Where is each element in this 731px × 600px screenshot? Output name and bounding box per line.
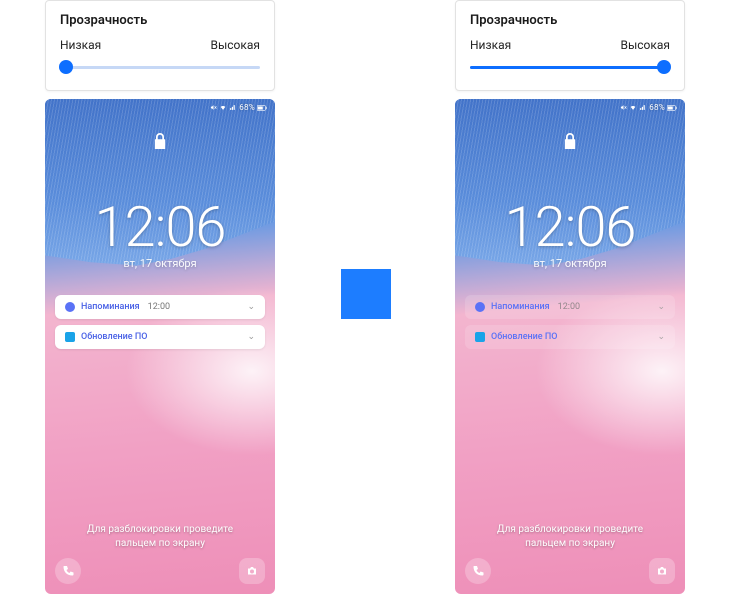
status-bar: 68% [210, 103, 267, 112]
battery-text: 68% [649, 103, 665, 112]
signal-icon [229, 104, 237, 111]
notification-update[interactable]: Обновление ПО ⌄ [55, 325, 265, 349]
camera-icon [656, 565, 668, 577]
phone-icon [62, 565, 74, 577]
notif-app: Обновление ПО [491, 332, 557, 342]
notification-update[interactable]: Обновление ПО ⌄ [465, 325, 675, 349]
variant-low-transparency: Прозрачность Низкая Высокая 68% [45, 0, 275, 594]
unlock-hint: Для разблокировки проведите пальцем по э… [455, 523, 685, 550]
update-icon [65, 332, 75, 342]
notifications: Напоминания 12:00 ⌄ Обновление ПО ⌄ [55, 295, 265, 355]
transparency-slider[interactable] [470, 60, 670, 74]
chevron-down-icon[interactable]: ⌄ [657, 302, 665, 312]
label-high: Высокая [620, 38, 670, 52]
lockscreen-preview: 68% 12:06 вт, 17 октября Напоминания 12:… [45, 99, 275, 594]
lockscreen-preview: 68% 12:06 вт, 17 октября Напоминания 12:… [455, 99, 685, 594]
label-low: Низкая [60, 38, 101, 52]
notifications: Напоминания 12:00 ⌄ Обновление ПО ⌄ [465, 295, 675, 355]
clock-date: вт, 17 октября [455, 257, 685, 270]
camera-shortcut[interactable] [649, 558, 675, 584]
label-low: Низкая [470, 38, 511, 52]
phone-shortcut[interactable] [465, 558, 491, 584]
lock-icon [563, 133, 577, 149]
slider-labels: Низкая Высокая [470, 38, 670, 52]
signal-icon [639, 104, 647, 111]
battery-icon [667, 105, 677, 111]
slider-thumb[interactable] [657, 60, 671, 74]
clock: 12:06 вт, 17 октября [45, 199, 275, 270]
notif-detail: 12:00 [148, 302, 170, 312]
wifi-icon [219, 104, 227, 111]
card-title: Прозрачность [470, 13, 670, 28]
phone-shortcut[interactable] [55, 558, 81, 584]
update-icon [475, 332, 485, 342]
clock-date: вт, 17 октября [45, 257, 275, 270]
bell-icon [65, 302, 75, 312]
chevron-down-icon[interactable]: ⌄ [247, 332, 255, 342]
camera-icon [246, 565, 258, 577]
clock-time: 12:06 [45, 199, 275, 255]
label-high: Высокая [210, 38, 260, 52]
mute-icon [620, 104, 627, 111]
clock: 12:06 вт, 17 октября [455, 199, 685, 270]
bell-icon [475, 302, 485, 312]
lock-icon [153, 133, 167, 149]
wifi-icon [629, 104, 637, 111]
slider-fill [470, 66, 664, 69]
notif-app: Напоминания [491, 302, 550, 312]
battery-text: 68% [239, 103, 255, 112]
notif-detail: 12:00 [558, 302, 580, 312]
phone-icon [472, 565, 484, 577]
clock-time: 12:06 [455, 199, 685, 255]
unlock-hint: Для разблокировки проведите пальцем по э… [45, 523, 275, 550]
arrow-block [341, 269, 391, 319]
transparency-slider[interactable] [60, 60, 260, 74]
variant-high-transparency: Прозрачность Низкая Высокая 68% [455, 0, 685, 594]
slider-labels: Низкая Высокая [60, 38, 260, 52]
chevron-down-icon[interactable]: ⌄ [657, 332, 665, 342]
transparency-card: Прозрачность Низкая Высокая [45, 0, 275, 91]
notification-reminder[interactable]: Напоминания 12:00 ⌄ [465, 295, 675, 319]
status-bar: 68% [620, 103, 677, 112]
transparency-card: Прозрачность Низкая Высокая [455, 0, 685, 91]
slider-thumb[interactable] [59, 60, 73, 74]
notification-reminder[interactable]: Напоминания 12:00 ⌄ [55, 295, 265, 319]
camera-shortcut[interactable] [239, 558, 265, 584]
battery-icon [257, 105, 267, 111]
notif-app: Обновление ПО [81, 332, 147, 342]
card-title: Прозрачность [60, 13, 260, 28]
mute-icon [210, 104, 217, 111]
notif-app: Напоминания [81, 302, 140, 312]
chevron-down-icon[interactable]: ⌄ [247, 302, 255, 312]
